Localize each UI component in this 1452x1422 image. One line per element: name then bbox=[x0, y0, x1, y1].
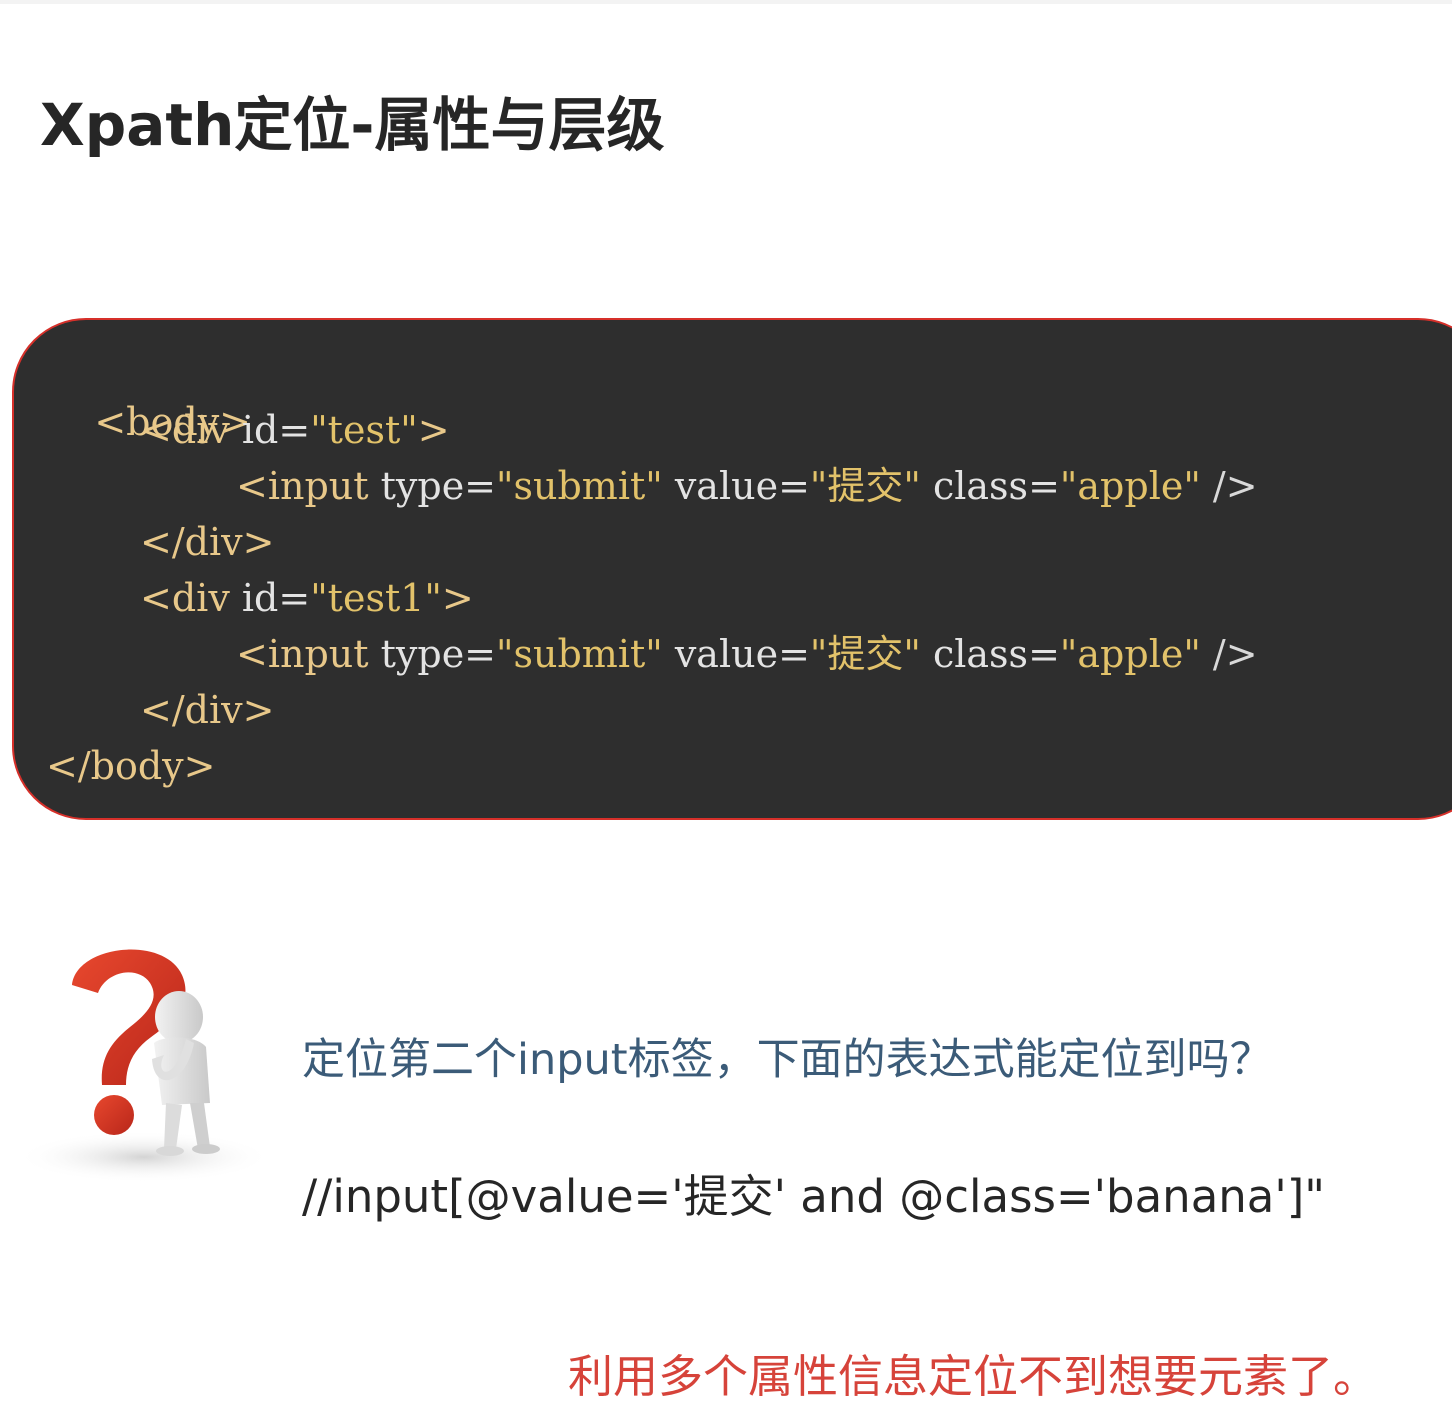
code-token: /> bbox=[1200, 632, 1258, 676]
code-token: <input bbox=[236, 632, 381, 676]
code-token: value= bbox=[662, 464, 810, 508]
code-token: </div> bbox=[140, 520, 275, 564]
code-token: id= bbox=[241, 408, 311, 452]
question-text: 定位第二个input标签，下面的表达式能定位到吗？ bbox=[302, 1035, 1273, 1085]
xpath-expression: //input[@value='提交' and @class='banana']… bbox=[302, 1170, 1326, 1223]
code-token: <div bbox=[140, 576, 242, 620]
code-token: </body> bbox=[46, 744, 216, 788]
code-line-6: <input type="submit" value="提交" class="a… bbox=[236, 630, 1258, 678]
code-line-2: <div id="test"> bbox=[140, 406, 450, 454]
code-token: type= bbox=[380, 464, 497, 508]
thinking-person-question-mark-icon bbox=[14, 935, 276, 1185]
code-token: "submit" bbox=[496, 632, 663, 676]
code-token: class= bbox=[920, 464, 1060, 508]
code-token: > bbox=[417, 408, 450, 452]
top-edge bbox=[0, 0, 1452, 4]
code-token: "test1" bbox=[310, 576, 442, 620]
code-token: type= bbox=[380, 632, 497, 676]
code-line-4: </div> bbox=[140, 518, 274, 566]
answer-text: 利用多个属性信息定位不到想要元素了。 bbox=[567, 1350, 1378, 1403]
code-token: "submit" bbox=[496, 464, 663, 508]
code-token: /> bbox=[1200, 464, 1258, 508]
code-block: <body> <div id="test"> <input type="subm… bbox=[12, 318, 1452, 820]
code-token: id= bbox=[241, 576, 311, 620]
code-token: "test" bbox=[310, 408, 418, 452]
code-line-7: </div> bbox=[140, 686, 274, 734]
slide-title: Xpath定位-属性与层级 bbox=[40, 91, 665, 159]
code-line-5: <div id="test1"> bbox=[140, 574, 474, 622]
code-token: "提交" bbox=[809, 632, 921, 676]
code-token: "apple" bbox=[1059, 632, 1201, 676]
code-token: class= bbox=[920, 632, 1060, 676]
code-line-8: </body> bbox=[46, 742, 215, 790]
code-token: <input bbox=[236, 464, 381, 508]
code-token: > bbox=[441, 576, 474, 620]
code-token: </div> bbox=[140, 688, 275, 732]
code-token: "apple" bbox=[1059, 464, 1201, 508]
code-token: value= bbox=[662, 632, 810, 676]
code-token: <div bbox=[140, 408, 242, 452]
code-token: "提交" bbox=[809, 464, 921, 508]
code-line-3: <input type="submit" value="提交" class="a… bbox=[236, 462, 1258, 510]
